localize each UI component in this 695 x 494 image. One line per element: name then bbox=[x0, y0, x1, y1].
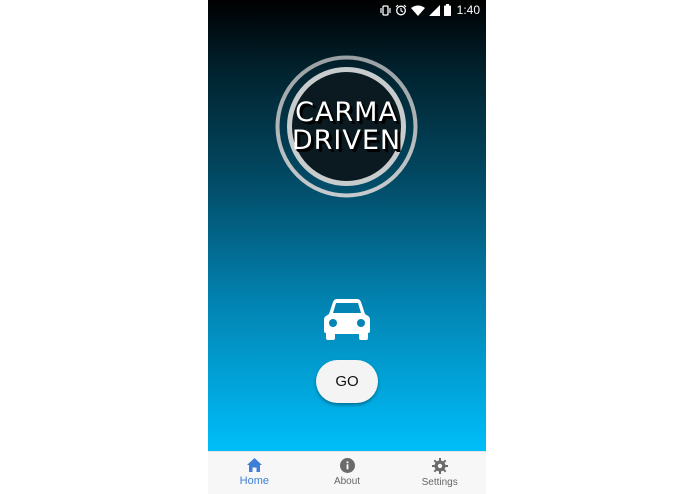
tab-about[interactable]: About bbox=[301, 452, 394, 494]
tab-settings[interactable]: Settings bbox=[393, 452, 486, 494]
car-icon bbox=[324, 298, 370, 340]
vibrate-icon bbox=[380, 4, 391, 16]
wifi-icon bbox=[410, 5, 425, 16]
home-icon bbox=[246, 458, 262, 472]
gear-icon bbox=[431, 458, 448, 474]
status-bar: 1:40 bbox=[208, 0, 486, 20]
info-icon bbox=[339, 458, 355, 473]
status-icons: 1:40 bbox=[380, 3, 480, 17]
bottom-tab-bar: Home About Settings bbox=[208, 451, 486, 494]
phone-frame: 1:40 CARMA DRIVEN GO Home About Settings bbox=[208, 0, 486, 494]
signal-icon bbox=[428, 4, 440, 16]
home-screen: 1:40 CARMA DRIVEN GO bbox=[208, 0, 486, 451]
battery-icon bbox=[443, 4, 451, 16]
carma-driven-logo: CARMA DRIVEN bbox=[275, 55, 418, 198]
alarm-icon bbox=[395, 4, 407, 16]
tab-settings-label: Settings bbox=[421, 477, 458, 488]
tab-about-label: About bbox=[333, 476, 361, 487]
go-button[interactable]: GO bbox=[316, 360, 378, 403]
tab-home[interactable]: Home bbox=[208, 452, 301, 494]
logo-text-line1: CARMA bbox=[295, 97, 398, 128]
logo-text-line2: DRIVEN bbox=[291, 125, 402, 156]
tab-home-label: Home bbox=[239, 475, 269, 487]
status-time: 1:40 bbox=[456, 3, 480, 17]
